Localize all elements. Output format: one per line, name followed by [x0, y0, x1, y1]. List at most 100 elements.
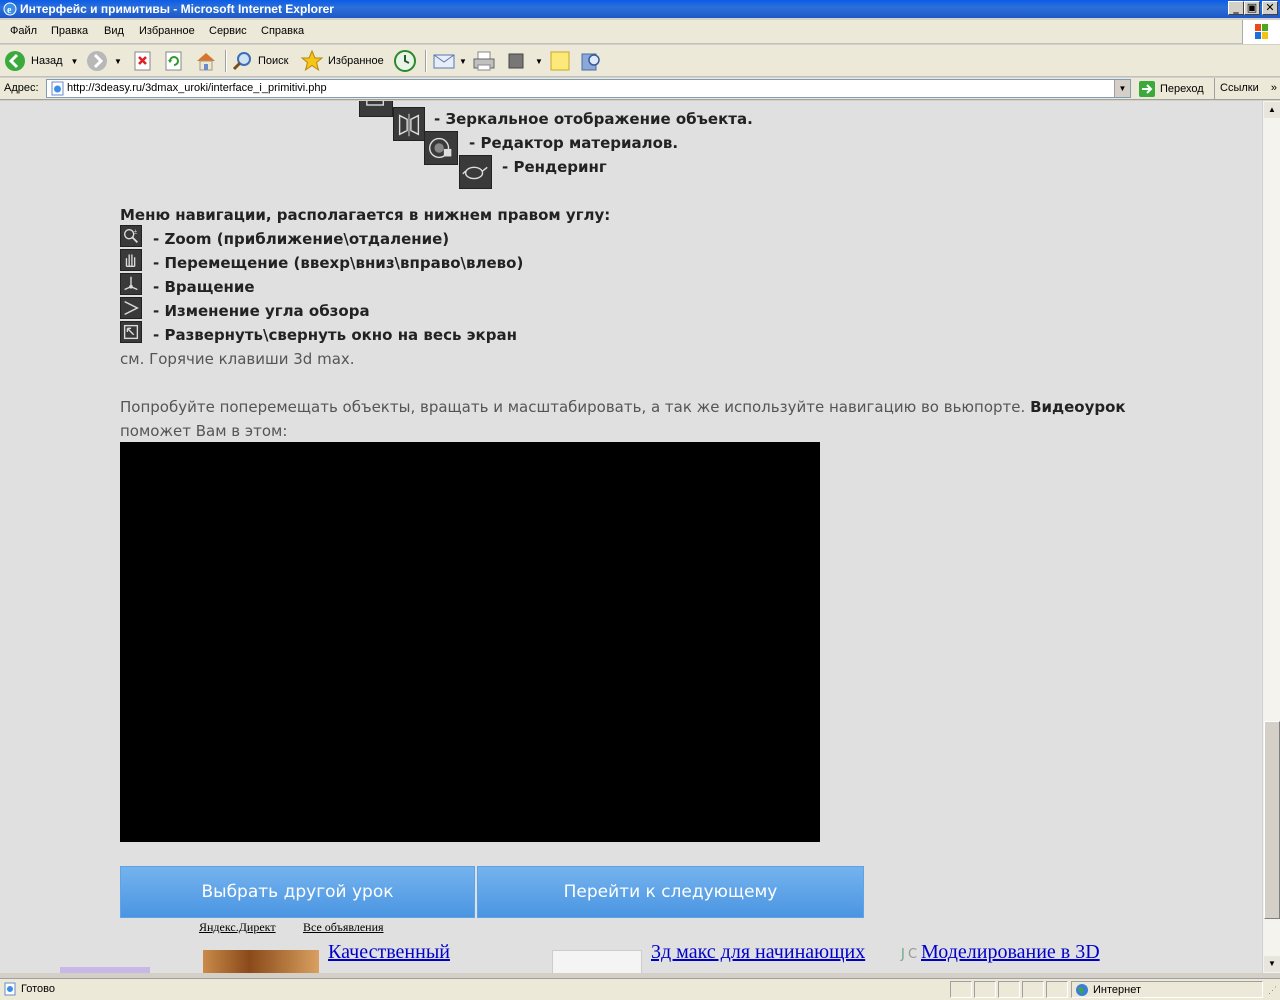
- printer-icon: [473, 51, 495, 71]
- status-pane: [974, 981, 996, 998]
- minimize-button[interactable]: _: [1228, 1, 1244, 15]
- svg-text:e: e: [7, 5, 12, 16]
- menu-view[interactable]: Вид: [104, 25, 124, 37]
- maximize-viewport-icon: [120, 321, 142, 343]
- status-pane: [1022, 981, 1044, 998]
- back-dropdown-icon[interactable]: ▼: [71, 57, 79, 66]
- toolbar-separator: [425, 50, 427, 72]
- hotkeys-link[interactable]: см. Горячие клавиши 3d max.: [120, 350, 355, 368]
- mirror-icon: [393, 107, 425, 141]
- search-button[interactable]: Поиск: [231, 49, 288, 73]
- ad3-favicon-icon: J: [901, 947, 905, 962]
- scroll-down-icon[interactable]: ▼: [1264, 956, 1280, 972]
- resize-grip-icon[interactable]: ⋰: [1268, 985, 1277, 996]
- research-icon: [581, 53, 600, 71]
- render-label: - Рендеринг: [502, 158, 607, 176]
- status-pane: [950, 981, 972, 998]
- research-button[interactable]: [580, 49, 602, 73]
- discuss-button[interactable]: [549, 49, 571, 73]
- forward-button[interactable]: ▼: [86, 49, 122, 73]
- history-icon: [394, 50, 416, 72]
- status-text: Готово: [21, 983, 55, 995]
- back-arrow-icon: [5, 51, 25, 71]
- mail-icon: [433, 54, 455, 69]
- ad-thumbnail-left: [60, 967, 150, 973]
- home-button[interactable]: [195, 49, 217, 73]
- stop-button[interactable]: [133, 49, 153, 73]
- refresh-icon: [165, 51, 182, 71]
- nav-maximize-label: - Развернуть\свернуть окно на весь экран: [153, 326, 517, 344]
- nav-orbit-label: - Вращение: [153, 278, 255, 296]
- menu-tools[interactable]: Сервис: [209, 25, 247, 37]
- ad3-link[interactable]: Моделирование в 3D: [921, 941, 1100, 964]
- mail-dropdown-icon[interactable]: ▼: [459, 57, 467, 66]
- vertical-scrollbar[interactable]: ▲ ▼: [1262, 101, 1280, 973]
- toolbar: Назад ▼ ▼ Поиск Избранное ▼ ▼: [0, 45, 1280, 77]
- nav-pan-label: - Перемещение (ввехр\вниз\вправо\влево): [153, 254, 524, 272]
- menu-edit[interactable]: Правка: [51, 25, 88, 37]
- go-arrow-icon: [1139, 81, 1155, 97]
- zone-label: Интернет: [1093, 984, 1141, 996]
- intro-paragraph: Попробуйте поперемещать объекты, вращать…: [120, 398, 1126, 416]
- ie-logo-icon: e: [3, 2, 17, 16]
- address-dropdown-icon[interactable]: ▼: [1114, 80, 1130, 97]
- material-editor-label: - Редактор материалов.: [469, 134, 679, 152]
- history-button[interactable]: [393, 49, 417, 73]
- print-button[interactable]: [472, 49, 496, 73]
- edit-page-icon: [508, 53, 524, 69]
- note-icon: [550, 51, 570, 71]
- mirror-label: - Зеркальное отображение объекта.: [434, 110, 753, 128]
- menu-favorites[interactable]: Избранное: [139, 25, 195, 37]
- refresh-button[interactable]: [164, 49, 184, 73]
- video-player[interactable]: [120, 442, 820, 842]
- address-label: Адрес:: [4, 82, 39, 94]
- nav-zoom-label: - Zoom (приближение\отдаление): [153, 230, 450, 248]
- back-button[interactable]: Назад ▼: [4, 49, 78, 73]
- edit-dropdown-icon[interactable]: ▼: [535, 57, 543, 66]
- address-input[interactable]: http://3deasy.ru/3dmax_uroki/interface_i…: [46, 79, 1131, 98]
- maximize-button[interactable]: ▣: [1244, 1, 1260, 15]
- title-bar: e Интерфейс и примитивы - Microsoft Inte…: [0, 0, 1280, 18]
- render-teapot-icon: [459, 155, 492, 189]
- choose-lesson-button[interactable]: Выбрать другой урок: [120, 866, 475, 918]
- scroll-thumb[interactable]: [1264, 721, 1280, 919]
- nav-heading: Меню навигации, располагается в нижнем п…: [120, 206, 611, 224]
- window-title: Интерфейс и примитивы - Microsoft Intern…: [20, 2, 334, 16]
- mail-button[interactable]: ▼: [432, 49, 467, 73]
- intro-text: Попробуйте поперемещать объекты, вращать…: [120, 398, 1026, 416]
- status-pane: [998, 981, 1020, 998]
- menu-help[interactable]: Справка: [261, 25, 304, 37]
- fov-icon: [120, 297, 142, 319]
- close-button[interactable]: ✕: [1262, 1, 1278, 15]
- pan-hand-icon: [120, 249, 142, 271]
- ad2-image[interactable]: [552, 950, 642, 973]
- ad1-image[interactable]: [203, 950, 319, 973]
- next-lesson-button[interactable]: Перейти к следующему: [477, 866, 864, 918]
- svg-text:±: ±: [134, 228, 138, 235]
- address-url: http://3deasy.ru/3dmax_uroki/interface_i…: [67, 82, 327, 94]
- home-icon: [197, 53, 215, 71]
- material-editor-icon: [424, 131, 458, 165]
- select-move-icon: [359, 101, 393, 117]
- windows-logo-icon: [1242, 20, 1280, 44]
- links-expand-icon[interactable]: »: [1271, 78, 1277, 98]
- ad1-link[interactable]: Качественный: [328, 941, 450, 964]
- ad2-link[interactable]: 3д макс для начинающих: [651, 941, 865, 964]
- globe-icon: [1076, 984, 1088, 996]
- menu-file[interactable]: Файл: [10, 25, 37, 37]
- edit-button[interactable]: ▼: [505, 49, 543, 73]
- forward-dropdown-icon[interactable]: ▼: [114, 57, 122, 66]
- favorites-star-icon: [300, 49, 324, 72]
- search-icon: [232, 52, 251, 71]
- yandex-direct-link[interactable]: Яндекс.Директ: [199, 920, 276, 935]
- scroll-up-icon[interactable]: ▲: [1264, 102, 1280, 118]
- go-button[interactable]: Переход: [1138, 80, 1204, 98]
- page-icon: [51, 81, 64, 96]
- links-label: Ссылки: [1220, 82, 1259, 94]
- favorites-label: Избранное: [328, 55, 384, 67]
- favorites-button[interactable]: Избранное: [300, 49, 384, 73]
- menu-bar: Файл Правка Вид Избранное Сервис Справка: [0, 20, 1280, 44]
- all-ads-link[interactable]: Все объявления: [303, 920, 384, 935]
- links-toolbar[interactable]: Ссылки »: [1214, 78, 1280, 100]
- forward-arrow-icon: [87, 51, 107, 71]
